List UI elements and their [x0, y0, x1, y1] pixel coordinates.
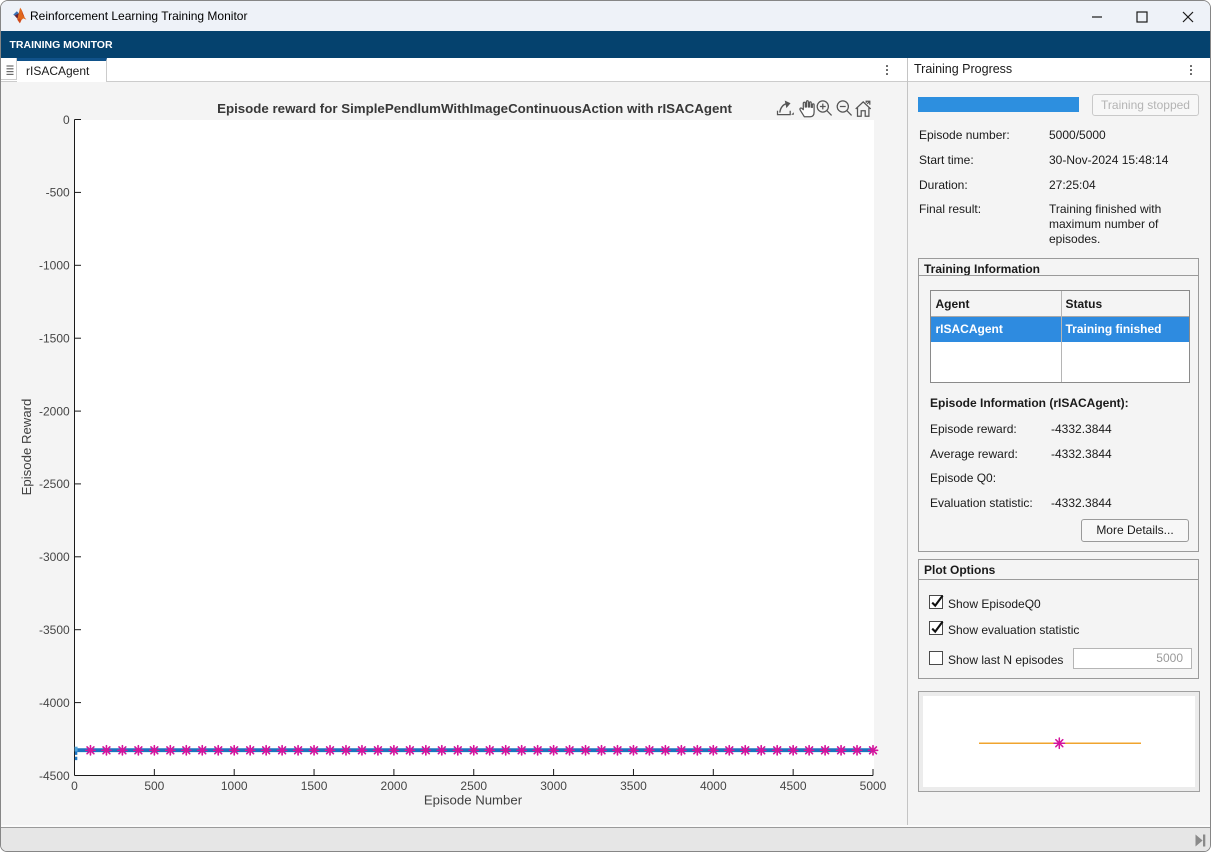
svg-text:500: 500 [144, 779, 164, 793]
svg-text:4000: 4000 [700, 779, 727, 793]
svg-text:0: 0 [71, 779, 78, 793]
svg-text:Episode Number: Episode Number [424, 793, 523, 808]
svg-text:-4000: -4000 [39, 696, 70, 710]
svg-text:2000: 2000 [381, 779, 408, 793]
svg-text:Episode Reward: Episode Reward [19, 399, 34, 496]
svg-text:3500: 3500 [620, 779, 647, 793]
svg-text:-1500: -1500 [39, 332, 70, 346]
svg-text:-2000: -2000 [39, 404, 70, 418]
svg-text:3000: 3000 [540, 779, 567, 793]
svg-text:-500: -500 [46, 186, 70, 200]
svg-text:-4500: -4500 [39, 769, 70, 783]
svg-text:1000: 1000 [221, 779, 248, 793]
svg-text:-2500: -2500 [39, 477, 70, 491]
svg-text:0: 0 [63, 113, 70, 127]
svg-text:5000: 5000 [860, 779, 887, 793]
svg-text:1500: 1500 [301, 779, 328, 793]
svg-text:4500: 4500 [780, 779, 807, 793]
svg-text:-1000: -1000 [39, 259, 70, 273]
svg-text:-3500: -3500 [39, 623, 70, 637]
svg-text:2500: 2500 [460, 779, 487, 793]
svg-text:-3000: -3000 [39, 550, 70, 564]
